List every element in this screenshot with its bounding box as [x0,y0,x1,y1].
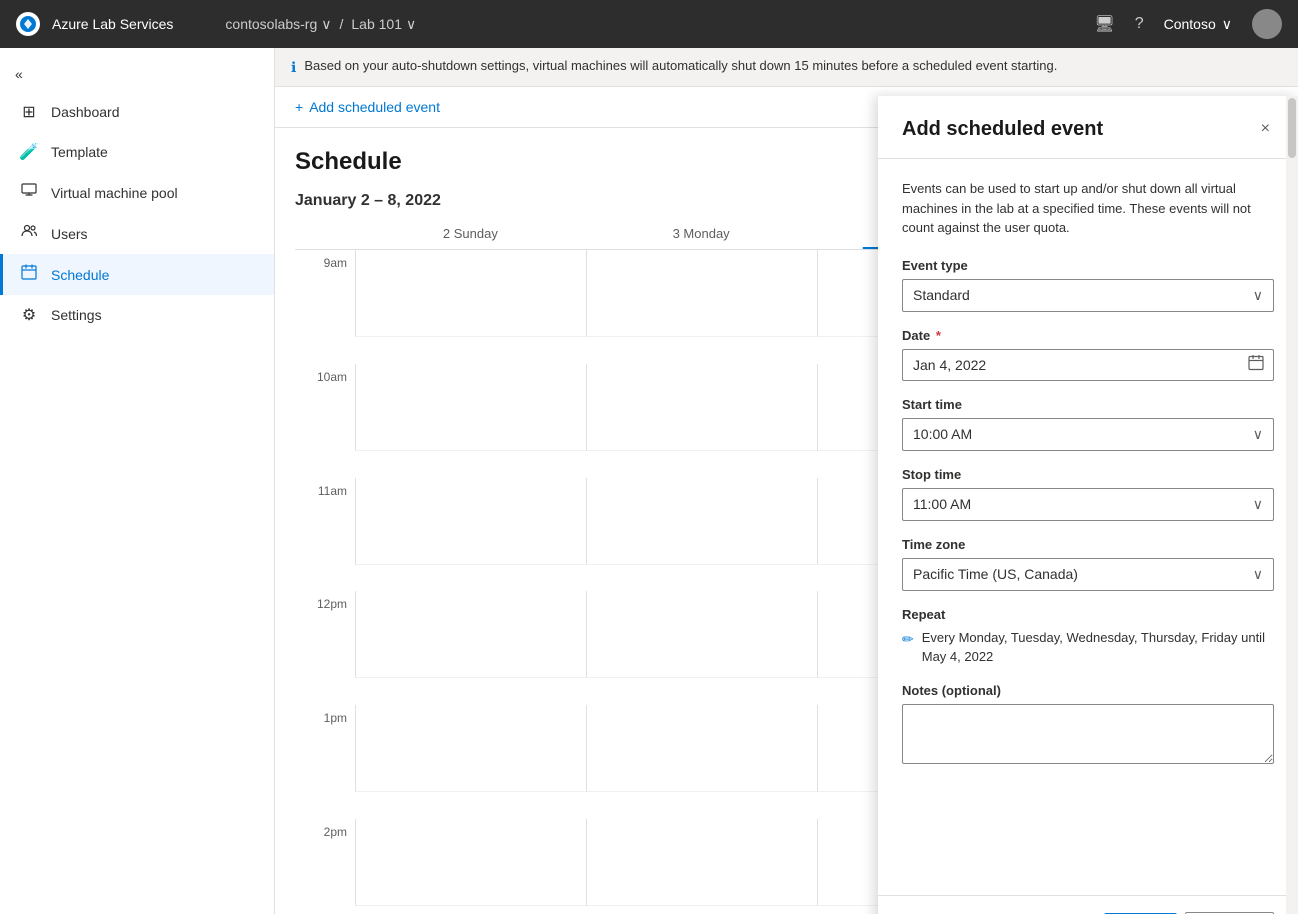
cal-cell[interactable] [586,364,817,451]
sidebar-item-label: Dashboard [51,104,120,120]
panel-body: Events can be used to start up and/or sh… [878,159,1298,895]
info-text: Based on your auto-shutdown settings, vi… [304,58,1057,73]
panel-close-button[interactable]: × [1257,116,1274,142]
time-1pm: 1pm [295,705,355,792]
chevron-down-icon: ∨ [1253,566,1263,583]
template-icon: 🧪 [19,142,39,162]
info-icon: ℹ [291,59,296,76]
cal-cell[interactable] [586,705,817,792]
sidebar: « ⊞ Dashboard 🧪 Template Virtual machine… [0,48,275,914]
date-input-wrapper: Jan 4, 2022 [902,349,1274,381]
add-scheduled-event-panel: Add scheduled event × Events can be used… [878,96,1298,914]
settings-icon: ⚙ [19,305,39,325]
scrollbar-thumb[interactable] [1288,98,1296,158]
topnav-right: 🖥 ? Contoso ∨ [1094,9,1282,39]
date-input[interactable]: Jan 4, 2022 [902,349,1274,381]
cal-header-empty [295,218,355,249]
time-10am: 10am [295,364,355,451]
sidebar-item-label: Virtual machine pool [51,185,178,201]
cal-cell[interactable] [355,591,586,678]
scrollbar[interactable] [1286,96,1298,914]
add-scheduled-event-button[interactable]: + Add scheduled event [295,99,440,115]
monitor-icon[interactable]: 🖥 [1094,14,1114,34]
date-label: Date * [902,328,1274,343]
panel-footer: Save Discard [878,895,1298,914]
schedule-icon [19,264,39,285]
sidebar-item-virtual-machine-pool[interactable]: Virtual machine pool [0,172,274,213]
sidebar-item-label: Settings [51,307,102,323]
date-field: Date * Jan 4, 2022 [902,328,1274,381]
cal-cell[interactable] [355,819,586,906]
panel-description: Events can be used to start up and/or sh… [902,179,1274,238]
event-type-select[interactable]: Standard ∨ [902,279,1274,312]
users-icon [19,223,39,244]
cal-cell[interactable] [355,478,586,565]
required-indicator: * [936,328,941,343]
panel-header: Add scheduled event × [878,96,1298,159]
time-12pm: 12pm [295,591,355,678]
time-zone-select[interactable]: Pacific Time (US, Canada) ∨ [902,558,1274,591]
collapse-icon: « [15,66,23,82]
cal-cell[interactable] [355,364,586,451]
cal-cell[interactable] [586,250,817,337]
help-icon[interactable]: ? [1135,15,1144,33]
chevron-down-icon: ∨ [1253,496,1263,513]
breadcrumb-resource-group[interactable]: contosolabs-rg ∨ [225,16,331,33]
repeat-value-row: ✏ Every Monday, Tuesday, Wednesday, Thur… [902,628,1274,667]
app-logo [16,12,40,36]
topnav: Azure Lab Services contosolabs-rg ∨ / La… [0,0,1298,48]
cal-header-monday: 3 Monday [586,218,817,249]
avatar[interactable] [1252,9,1282,39]
sidebar-item-label: Users [51,226,88,242]
sidebar-item-template[interactable]: 🧪 Template [0,132,274,172]
cal-header-sunday: 2 Sunday [355,218,586,249]
sidebar-item-settings[interactable]: ⚙ Settings [0,295,274,335]
start-time-select[interactable]: 10:00 AM ∨ [902,418,1274,451]
breadcrumb-lab[interactable]: Lab 101 ∨ [351,16,416,33]
sidebar-item-schedule[interactable]: Schedule [0,254,274,295]
time-2pm: 2pm [295,819,355,906]
sidebar-item-dashboard[interactable]: ⊞ Dashboard [0,92,274,132]
cal-cell[interactable] [586,591,817,678]
info-bar: ℹ Based on your auto-shutdown settings, … [275,48,1298,87]
cal-cell[interactable] [586,478,817,565]
chevron-down-icon: ∨ [1253,426,1263,443]
add-event-label: Add scheduled event [309,99,440,115]
notes-label: Notes (optional) [902,683,1274,698]
sidebar-item-label: Schedule [51,267,109,283]
event-type-label: Event type [902,258,1274,273]
vm-pool-icon [19,182,39,203]
start-time-field: Start time 10:00 AM ∨ [902,397,1274,451]
repeat-label: Repeat [902,607,1274,622]
stop-time-field: Stop time 11:00 AM ∨ [902,467,1274,521]
time-zone-field: Time zone Pacific Time (US, Canada) ∨ [902,537,1274,591]
cal-cell[interactable] [355,705,586,792]
repeat-section: Repeat ✏ Every Monday, Tuesday, Wednesda… [902,607,1274,667]
notes-input[interactable] [902,704,1274,764]
chevron-down-icon: ∨ [1253,287,1263,304]
panel-title: Add scheduled event [902,118,1103,141]
time-zone-label: Time zone [902,537,1274,552]
sidebar-collapse[interactable]: « [0,56,274,92]
time-11am: 11am [295,478,355,565]
dashboard-icon: ⊞ [19,102,39,122]
repeat-edit-icon[interactable]: ✏ [902,629,914,650]
time-9am: 9am [295,250,355,337]
cal-cell[interactable] [355,250,586,337]
sidebar-item-label: Template [51,144,108,160]
cal-cell[interactable] [586,819,817,906]
start-time-label: Start time [902,397,1274,412]
user-menu[interactable]: Contoso ∨ [1164,16,1232,33]
breadcrumb: contosolabs-rg ∨ / Lab 101 ∨ [225,16,416,33]
stop-time-label: Stop time [902,467,1274,482]
repeat-value-text: Every Monday, Tuesday, Wednesday, Thursd… [922,628,1274,667]
calendar-icon [1248,354,1264,375]
app-title: Azure Lab Services [52,16,173,32]
stop-time-select[interactable]: 11:00 AM ∨ [902,488,1274,521]
event-type-field: Event type Standard ∨ [902,258,1274,312]
add-icon: + [295,99,303,115]
sidebar-item-users[interactable]: Users [0,213,274,254]
notes-field: Notes (optional) [902,683,1274,767]
breadcrumb-separator: / [339,16,343,32]
